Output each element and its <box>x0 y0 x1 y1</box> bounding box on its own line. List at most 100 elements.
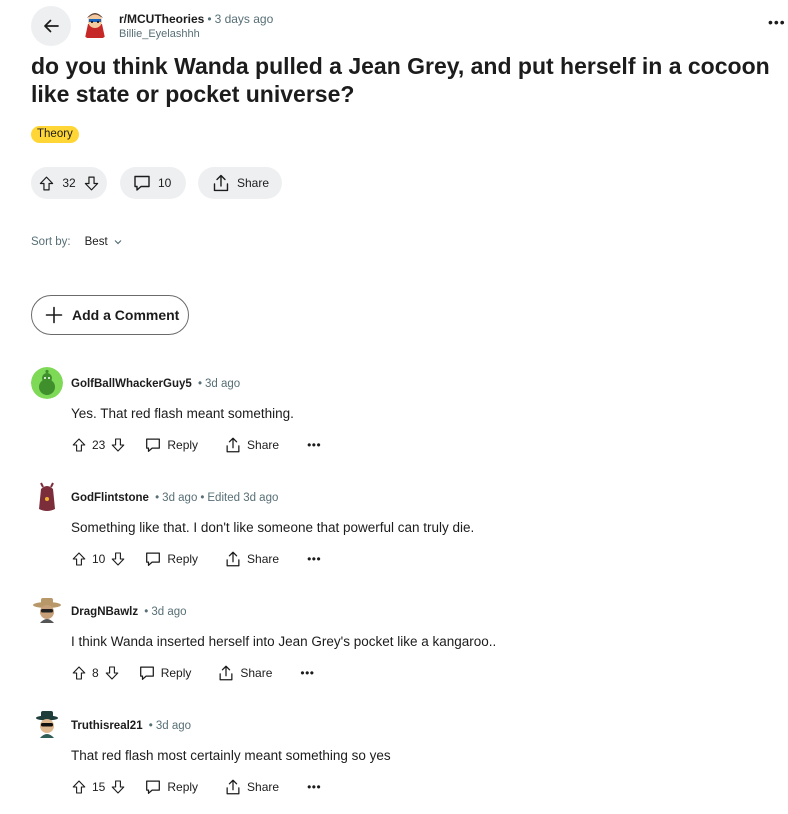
reply-label: Reply <box>160 666 192 680</box>
share-label: Share <box>236 176 269 190</box>
share-label: Share <box>240 666 273 680</box>
comment-body: That red flash most certainly meant some… <box>71 748 391 763</box>
share-button[interactable]: Share <box>217 664 272 682</box>
separator-dot: • <box>207 12 212 26</box>
comment-vote-count: 8 <box>92 666 99 680</box>
share-icon <box>226 779 240 795</box>
avatar[interactable] <box>31 481 63 513</box>
separator-dot: • <box>141 606 149 618</box>
comment-body: I think Wanda inserted herself into Jean… <box>71 634 497 649</box>
post-meta-line: r/MCUTheories • 3 days ago <box>119 12 273 26</box>
reply-label: Reply <box>167 438 199 452</box>
comment-actions: 8 Reply Share ••• <box>71 661 315 685</box>
downvote-icon[interactable] <box>104 665 120 681</box>
comments-count: 10 <box>158 176 172 190</box>
avatar[interactable] <box>31 367 63 399</box>
comment-body: Yes. That red flash meant something. <box>71 406 294 421</box>
add-comment-label: Add a Comment <box>72 307 180 323</box>
comment-time: 3d ago <box>155 720 192 732</box>
comment-vote-count: 15 <box>92 780 106 794</box>
avatar[interactable] <box>31 595 63 627</box>
share-label: Share <box>247 552 280 566</box>
comment-author[interactable]: DragNBawlz <box>71 606 138 618</box>
separator-dot: • <box>194 378 203 390</box>
separator-dot: • <box>200 492 205 504</box>
comment-icon <box>139 666 154 680</box>
back-button[interactable] <box>31 6 71 46</box>
post-flair[interactable]: Theory <box>31 126 79 143</box>
post-vote-count: 32 <box>62 176 76 190</box>
reply-label: Reply <box>167 552 199 566</box>
subreddit-link[interactable]: r/MCUTheories <box>119 12 204 26</box>
share-button[interactable]: Share <box>224 550 279 568</box>
comment-icon <box>146 438 161 452</box>
reply-button[interactable]: Reply <box>144 550 198 568</box>
share-icon <box>226 551 240 567</box>
sort-value: Best <box>84 236 108 248</box>
downvote-icon[interactable] <box>110 551 126 567</box>
post-vote-pill: 32 <box>31 167 107 199</box>
comment-actions: 15 Reply Share ••• <box>71 775 321 799</box>
comment-edited: Edited 3d ago <box>207 492 279 504</box>
plus-icon <box>45 306 63 324</box>
comment-header: GodFlintstone • 3d ago • Edited 3d ago <box>71 491 278 505</box>
downvote-icon[interactable] <box>110 437 126 453</box>
comment-icon <box>146 552 161 566</box>
sort-dropdown[interactable]: Best <box>85 236 123 248</box>
share-label: Share <box>247 438 280 452</box>
separator-dot: • <box>151 492 160 504</box>
upvote-icon[interactable] <box>38 175 55 192</box>
comment-header: DragNBawlz • 3d ago <box>71 605 187 619</box>
sort-row: Sort by: Best <box>31 236 123 248</box>
downvote-icon[interactable] <box>83 175 100 192</box>
separator-dot: • <box>145 720 153 732</box>
comment-icon <box>146 780 161 794</box>
reply-button[interactable]: Reply <box>144 436 198 454</box>
comment-time: 3d ago <box>205 378 241 390</box>
comment-icon <box>134 175 150 191</box>
comment-more-button[interactable]: ••• <box>307 438 321 452</box>
comment-more-button[interactable]: ••• <box>307 780 321 794</box>
comment-more-button[interactable]: ••• <box>300 666 314 680</box>
upvote-icon[interactable] <box>71 551 87 567</box>
comment-more-button[interactable]: ••• <box>307 552 321 566</box>
comment-vote: 8 <box>71 665 120 681</box>
comment-author[interactable]: GolfBallWhackerGuy5 <box>71 378 192 390</box>
comment-body: Something like that. I don't like someon… <box>71 520 475 535</box>
post-more-button[interactable]: ••• <box>768 14 786 30</box>
post-title: do you think Wanda pulled a Jean Grey, a… <box>31 53 770 107</box>
share-button[interactable]: Share <box>224 778 279 796</box>
add-comment-button[interactable]: Add a Comment <box>31 295 189 335</box>
comment-header: Truthisreal21 • 3d ago <box>71 719 191 733</box>
comments-button[interactable]: 10 <box>120 167 186 199</box>
avatar[interactable] <box>31 709 63 741</box>
comment-vote: 10 <box>71 551 126 567</box>
comment-vote: 23 <box>71 437 126 453</box>
downvote-icon[interactable] <box>110 779 126 795</box>
comment-actions: 23 Reply Share ••• <box>71 433 321 457</box>
comment-time: 3d ago <box>151 606 187 618</box>
share-icon <box>213 174 229 192</box>
comment-author[interactable]: Truthisreal21 <box>71 720 143 732</box>
upvote-icon[interactable] <box>71 437 87 453</box>
comment-vote-count: 10 <box>92 552 106 566</box>
comment-vote-count: 23 <box>92 438 106 452</box>
share-icon <box>226 437 240 453</box>
reply-button[interactable]: Reply <box>138 664 192 682</box>
post-author[interactable]: Billie_Eyelashhh <box>119 28 200 41</box>
reply-button[interactable]: Reply <box>144 778 198 796</box>
subreddit-avatar[interactable] <box>79 8 111 40</box>
comment-author[interactable]: GodFlintstone <box>71 492 149 504</box>
comment-vote: 15 <box>71 779 126 795</box>
share-button[interactable]: Share <box>198 167 282 199</box>
comment-time: 3d ago <box>162 492 198 504</box>
share-icon <box>219 665 233 681</box>
share-label: Share <box>247 780 280 794</box>
comment-actions: 10 Reply Share ••• <box>71 547 321 571</box>
post-time: 3 days ago <box>214 12 274 26</box>
share-button[interactable]: Share <box>224 436 279 454</box>
upvote-icon[interactable] <box>71 779 87 795</box>
upvote-icon[interactable] <box>71 665 87 681</box>
comment-header: GolfBallWhackerGuy5 • 3d ago <box>71 377 240 391</box>
reply-label: Reply <box>167 780 199 794</box>
